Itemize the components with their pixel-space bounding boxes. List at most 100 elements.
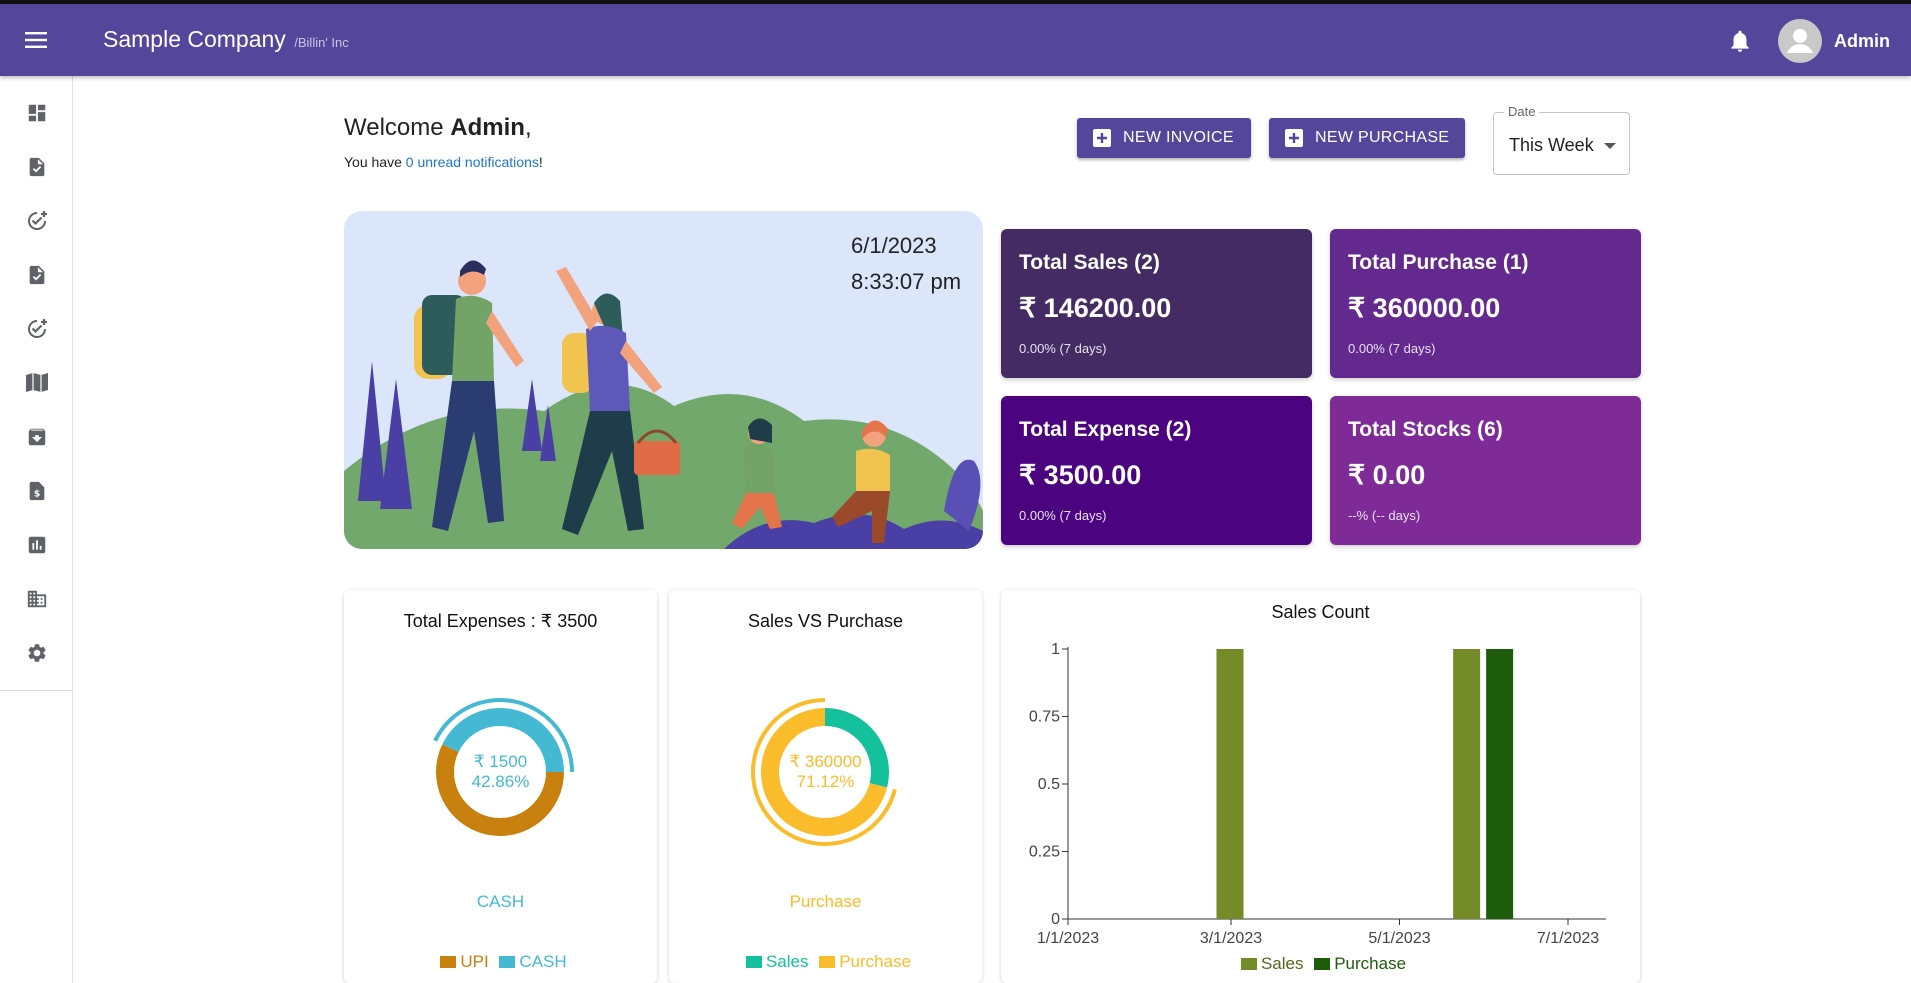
legend-label-sales: Sales: [1260, 954, 1304, 973]
x-tick-label: 3/1/2023: [1200, 930, 1262, 947]
y-tick-label: 0.5: [1038, 776, 1060, 793]
legend-swatch: [745, 956, 762, 968]
total-expense-change: 0.00% (7 days): [1019, 508, 1107, 523]
company-name: Sample Company: [103, 26, 286, 52]
sp-legend: Sales Purchase: [669, 952, 982, 972]
svg-text:$: $: [34, 489, 40, 500]
report-icon[interactable]: [24, 532, 50, 558]
expenses-legend: UPI CASH: [344, 952, 657, 972]
hiking-family-illustration: [344, 260, 983, 549]
legend-item-sales[interactable]: Sales: [740, 952, 809, 971]
expenses-active-label: CASH: [476, 892, 525, 911]
expenses-center-percent: 42.86%: [471, 772, 530, 791]
notif-prefix: You have: [344, 154, 406, 170]
legend-label-cash: CASH: [519, 952, 567, 971]
notif-suffix: !: [538, 154, 543, 170]
purchase-icon[interactable]: [24, 262, 50, 288]
legend-label-upi: UPI: [460, 952, 489, 971]
hero-banner: 6/1/2023 8:33:07 pm: [344, 211, 983, 549]
legend-label-purchase: Purchase: [1334, 954, 1407, 973]
total-stocks-card[interactable]: Total Stocks (6) ₹ 0.00 --% (-- days): [1330, 396, 1641, 545]
date-filter-label: Date: [1504, 104, 1540, 119]
sales-vs-purchase-title: Sales VS Purchase: [747, 611, 904, 631]
user-menu[interactable]: Admin: [1778, 18, 1890, 64]
x-tick-label: 1/1/2023: [1037, 930, 1099, 947]
sales-count-card: Sales Count 0 0.25 0.5 0.75 1 1/1/2023 3/1/202…: [1001, 590, 1640, 983]
date-filter-value: This Week: [1509, 135, 1594, 155]
legend-label-sales: Sales: [765, 952, 809, 971]
legend-swatch: [499, 956, 516, 968]
user-name: Admin: [1834, 30, 1890, 51]
total-purchase-change: 0.00% (7 days): [1348, 341, 1436, 356]
settings-icon[interactable]: [24, 640, 50, 666]
sidebar: $: [0, 76, 73, 983]
user-avatar-icon: [1778, 19, 1822, 63]
business-icon[interactable]: [24, 586, 50, 612]
total-sales-title: Total Sales (2): [1019, 251, 1160, 274]
bell-icon[interactable]: [1727, 28, 1753, 54]
expenses-chart-card: Total Expenses : ₹ 3500 ₹ 1500 42.86% CA…: [344, 590, 657, 983]
add-check-icon[interactable]: [24, 208, 50, 234]
notifications-link[interactable]: 0 unread notifications: [406, 154, 539, 170]
menu-icon[interactable]: [22, 26, 50, 54]
total-sales-card[interactable]: Total Sales (2) ₹ 146200.00 0.00% (7 day…: [1001, 229, 1312, 378]
bar-sales[interactable]: [1216, 649, 1244, 919]
new-invoice-label: NEW INVOICE: [1123, 129, 1234, 146]
date-filter-select[interactable]: Date This Week: [1493, 104, 1630, 175]
invoice-icon[interactable]: [24, 154, 50, 180]
dashboard-icon[interactable]: [24, 100, 50, 126]
legend-label-purchase: Purchase: [839, 952, 912, 971]
bar-sales[interactable]: [1453, 649, 1481, 919]
legend-swatch: [1240, 958, 1257, 970]
total-stocks-value: ₹ 0.00: [1348, 460, 1426, 490]
expenses-chart-title: Total Expenses : ₹ 3500: [403, 611, 598, 631]
brand[interactable]: Sample Company /Billin' Inc: [103, 26, 349, 53]
notification-summary: You have 0 unread notifications!: [344, 154, 543, 170]
legend-item-upi[interactable]: UPI: [434, 952, 489, 971]
total-purchase-card[interactable]: Total Purchase (1) ₹ 360000.00 0.00% (7 …: [1330, 229, 1641, 378]
hero-time: 8:33:07 pm: [851, 269, 962, 294]
welcome-suffix: ,: [524, 114, 532, 141]
app-bar: Sample Company /Billin' Inc Admin: [0, 4, 1911, 76]
sp-center-percent: 71.12%: [796, 772, 855, 791]
new-purchase-button[interactable]: NEW PURCHASE: [1269, 118, 1465, 158]
y-tick-label: 0.75: [1029, 709, 1060, 726]
archive-icon[interactable]: [24, 424, 50, 450]
sales-count-bar-chart: 0 0.25 0.5 0.75 1 1/1/2023 3/1/2023 5/1/2023 7/1…: [1029, 641, 1606, 947]
new-purchase-label: NEW PURCHASE: [1315, 129, 1450, 146]
sidebar-divider: [0, 690, 72, 691]
expenses-center-value: ₹ 1500: [473, 752, 528, 771]
total-purchase-title: Total Purchase (1): [1348, 251, 1529, 274]
sp-center-value: ₹ 360000: [789, 752, 862, 771]
sp-active-label: Purchase: [789, 892, 862, 911]
new-invoice-button[interactable]: NEW INVOICE: [1077, 118, 1251, 158]
total-sales-value: ₹ 146200.00: [1019, 293, 1172, 323]
total-expense-card[interactable]: Total Expense (2) ₹ 3500.00 0.00% (7 day…: [1001, 396, 1312, 545]
welcome-heading: Welcome Admin,: [344, 114, 532, 142]
legend-item-sales[interactable]: Sales: [1235, 954, 1304, 973]
total-expense-title: Total Expense (2): [1019, 418, 1192, 441]
total-sales-change: 0.00% (7 days): [1019, 341, 1107, 356]
y-tick-label: 0.25: [1029, 844, 1060, 861]
legend-swatch: [1314, 958, 1331, 970]
total-stocks-title: Total Stocks (6): [1348, 418, 1503, 441]
welcome-prefix: Welcome: [344, 114, 451, 141]
sales-count-legend: Sales Purchase: [1001, 954, 1640, 974]
legend-item-purchase[interactable]: Purchase: [813, 952, 911, 971]
add-box-icon: [1285, 129, 1303, 147]
add-box-icon: [1093, 129, 1111, 147]
x-tick-label: 7/1/2023: [1537, 930, 1599, 947]
legend-item-purchase[interactable]: Purchase: [1308, 954, 1406, 973]
legend-item-cash[interactable]: CASH: [493, 952, 567, 971]
total-expense-value: ₹ 3500.00: [1019, 460, 1142, 490]
company-subtitle: /Billin' Inc: [294, 35, 349, 50]
bar-purchase[interactable]: [1486, 649, 1514, 919]
y-tick-label: 1: [1051, 641, 1060, 658]
add-check-icon[interactable]: [24, 316, 50, 342]
legend-swatch: [440, 956, 457, 968]
book-icon[interactable]: [24, 370, 50, 396]
bill-icon[interactable]: $: [24, 478, 50, 504]
x-tick-label: 5/1/2023: [1368, 930, 1430, 947]
chevron-down-icon: [1604, 143, 1616, 149]
hero-date: 6/1/2023: [851, 233, 937, 258]
